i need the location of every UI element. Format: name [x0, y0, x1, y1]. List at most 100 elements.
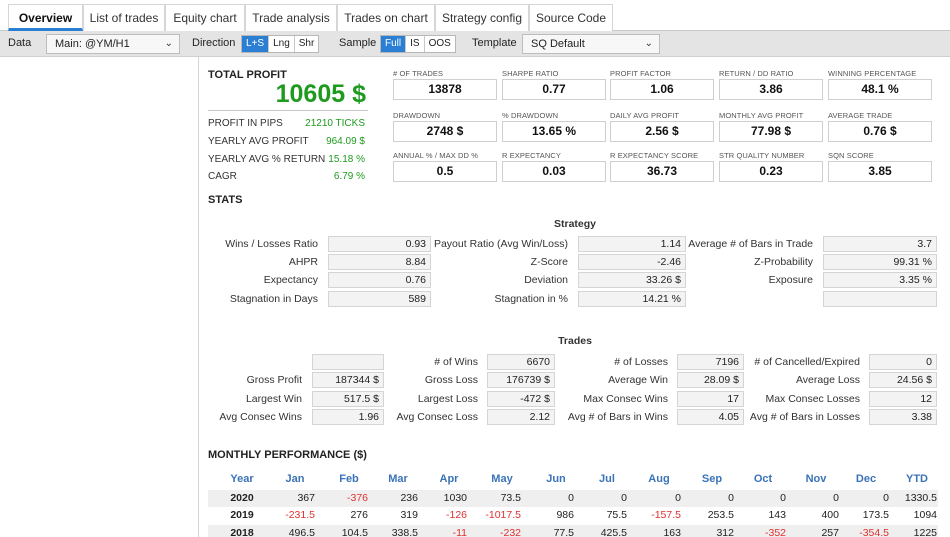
stat-label: # of Losses	[614, 356, 668, 368]
month-value-cell: -232	[499, 527, 521, 537]
yearly-avg-profit-row: YEARLY AVG PROFIT 964.09 $	[208, 136, 368, 147]
direction-option-ls[interactable]: L+S	[242, 36, 270, 52]
stat-label: Avg # of Bars in Losses	[749, 411, 860, 423]
stat-value: 3.7	[823, 236, 937, 252]
divider	[208, 110, 368, 111]
tab-trades-on-chart[interactable]: Trades on chart	[337, 4, 435, 31]
month-header: Apr	[439, 473, 459, 485]
month-value-cell: 1030	[443, 492, 467, 504]
monthly-performance-title: MONTHLY PERFORMANCE ($)	[208, 449, 367, 461]
month-header: Aug	[648, 473, 670, 485]
metric-label: WINNING PERCENTAGE	[828, 69, 917, 78]
sample-option-is[interactable]: IS	[406, 36, 425, 52]
metric-value-box: 3.86	[719, 79, 823, 100]
month-value-cell: -352	[764, 527, 786, 537]
direction-option-lng[interactable]: Lng	[269, 36, 295, 52]
month-value-cell: -1017.5	[485, 509, 521, 521]
row-value: 964.09 $	[326, 136, 365, 147]
template-select-value: SQ Default	[531, 38, 585, 50]
tab-strategy-config[interactable]: Strategy config	[435, 4, 529, 31]
stat-label: Largest Win	[245, 393, 302, 405]
month-value-cell: 496.5	[288, 527, 315, 537]
stat-label: Exposure	[768, 274, 813, 286]
stat-label: Deviation	[524, 274, 568, 286]
metric-label: AVERAGE TRADE	[828, 111, 893, 120]
month-header: Year	[230, 473, 254, 485]
stat-label: Avg Consec Wins	[219, 411, 302, 423]
month-value-cell: -11	[452, 527, 467, 537]
month-value-cell: -231.5	[285, 509, 315, 521]
month-value-cell: -157.5	[651, 509, 681, 521]
month-value-cell: 1330.5	[904, 492, 937, 504]
tab-equity-chart[interactable]: Equity chart	[165, 4, 245, 31]
data-select[interactable]: Main: @YM/H1 ⌄	[46, 34, 180, 54]
row-value: 21210 TICKS	[305, 118, 365, 129]
stat-label: Stagnation in %	[494, 293, 568, 305]
sample-option-oos[interactable]: OOS	[425, 36, 455, 52]
direction-option-shr[interactable]: Shr	[295, 36, 319, 52]
row-label: YEARLY AVG PROFIT	[208, 136, 309, 147]
row-label: YEARLY AVG % RETURN	[208, 154, 326, 165]
metric-label: DAILY AVG PROFIT	[610, 111, 680, 120]
tab-trade-analysis[interactable]: Trade analysis	[245, 4, 337, 31]
month-header: May	[491, 473, 513, 485]
template-select[interactable]: SQ Default ⌄	[522, 34, 660, 54]
stat-value: 3.38	[869, 409, 937, 425]
metric-label: # OF TRADES	[393, 69, 444, 78]
metric-value-box: 48.1 %	[828, 79, 932, 100]
stat-label: Average Win	[608, 374, 668, 386]
stat-label: Payout Ratio (Avg Win/Loss)	[433, 238, 568, 250]
metric-label: MONTHLY AVG PROFIT	[719, 111, 804, 120]
stat-value: 24.56 $	[869, 372, 937, 388]
stat-value: 3.35 %	[823, 272, 937, 288]
month-value-cell: 425.5	[600, 527, 627, 537]
metric-label: SHARPE RATIO	[502, 69, 559, 78]
tab-list-of-trades[interactable]: List of trades	[83, 4, 165, 31]
metric-label: RETURN / DD RATIO	[719, 69, 794, 78]
month-value-cell: 75.5	[606, 509, 627, 521]
metric-label: PROFIT FACTOR	[610, 69, 672, 78]
tab-overview[interactable]: Overview	[8, 4, 83, 31]
metric-value-box: 2.56 $	[610, 121, 714, 142]
stat-label: Wins / Losses Ratio	[225, 238, 318, 250]
metric-label: ANNUAL % / MAX DD %	[393, 151, 478, 160]
stat-label: Max Consec Wins	[583, 393, 668, 405]
month-value-cell: 312	[716, 527, 734, 537]
month-value-cell: 0	[568, 492, 574, 504]
row-value: 15.18 %	[328, 154, 365, 165]
month-value-cell: 163	[663, 527, 681, 537]
sample-toggle: Full IS OOS	[380, 35, 456, 53]
stat-label: Avg Consec Loss	[396, 411, 478, 423]
strategy-subtitle: Strategy	[553, 218, 596, 230]
month-header: Jul	[599, 473, 615, 485]
metric-label: % DRAWDOWN	[502, 111, 559, 120]
stat-label: AHPR	[288, 256, 318, 268]
stat-value: 0	[869, 354, 937, 370]
stat-value	[823, 291, 937, 307]
stats-title: STATS	[208, 194, 243, 206]
month-value-cell: 143	[768, 509, 786, 521]
metric-value-box: 1.06	[610, 79, 714, 100]
stat-label: Gross Profit	[246, 374, 302, 386]
metric-label: R EXPECTANCY	[502, 151, 561, 160]
stat-label: # of Wins	[434, 356, 478, 368]
metric-value-box: 2748 $	[393, 121, 497, 142]
metric-value-box: 13.65 %	[502, 121, 606, 142]
stat-label: Max Consec Losses	[765, 393, 860, 405]
row-label: CAGR	[208, 171, 237, 182]
metric-value-box: 77.98 $	[719, 121, 823, 142]
tab-bar: Overview List of trades Equity chart Tra…	[0, 0, 950, 31]
metric-value-box: 0.77	[502, 79, 606, 100]
metric-label: R EXPECTANCY SCORE	[610, 151, 699, 160]
month-value-cell: 0	[621, 492, 627, 504]
direction-toggle: L+S Lng Shr	[241, 35, 320, 53]
stat-label: Average # of Bars in Trade	[688, 238, 813, 250]
tab-source-code[interactable]: Source Code	[529, 4, 613, 31]
sample-option-full[interactable]: Full	[381, 36, 407, 52]
total-profit-value: 10605 $	[275, 80, 366, 108]
metric-value-box: 0.03	[502, 161, 606, 182]
stat-label: Z-Score	[530, 256, 568, 268]
month-value-cell: -126	[445, 509, 467, 521]
direction-label: Direction	[192, 37, 236, 49]
stat-label: # of Cancelled/Expired	[754, 356, 860, 368]
